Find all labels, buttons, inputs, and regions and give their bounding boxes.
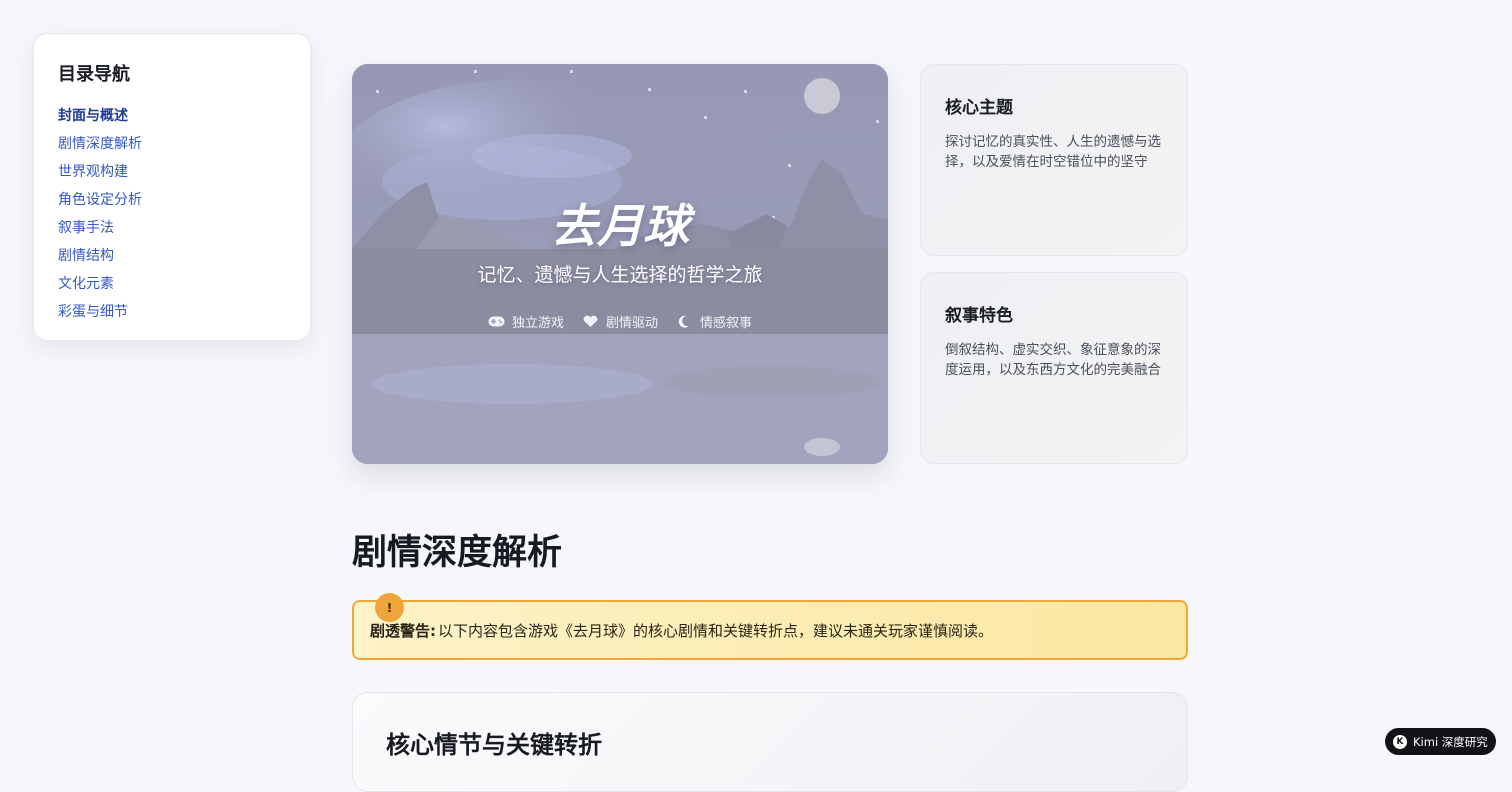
hero-banner: 去月球 记忆、遗憾与人生选择的哲学之旅 独立游戏 剧情驱动 情感叙事 [352, 64, 888, 464]
section-title: 剧情深度解析 [352, 532, 563, 573]
card-title: 叙事特色 [945, 306, 1013, 326]
panel-title: 核心情节与关键转折 [386, 730, 602, 759]
toc-title: 目录导航 [58, 64, 130, 85]
tag-indie-game: 独立游戏 [488, 312, 564, 331]
toc-item-culture[interactable]: 文化元素 [58, 274, 286, 302]
heart-icon [583, 315, 598, 327]
tag-emotional-narrative: 情感叙事 [676, 312, 752, 331]
tag-label: 剧情驱动 [605, 316, 658, 331]
plot-panel: 核心情节与关键转折 [352, 692, 1188, 792]
toc-item-cover[interactable]: 封面与概述 [58, 106, 286, 134]
toc-item-structure[interactable]: 剧情结构 [58, 246, 286, 274]
toc-item-characters[interactable]: 角色设定分析 [58, 190, 286, 218]
kimi-label: Kimi 深度研究 [1413, 734, 1488, 749]
hero-title: 去月球 [551, 199, 689, 253]
gamepad-icon [488, 316, 505, 327]
toc-sidebar: 目录导航 封面与概述 剧情深度解析 世界观构建 角色设定分析 叙事手法 剧情结构… [33, 33, 311, 341]
moon-pixel [804, 78, 840, 114]
tag-label: 情感叙事 [700, 316, 753, 331]
kimi-research-button[interactable]: K Kimi 深度研究 [1385, 728, 1496, 755]
tag-story-driven: 剧情驱动 [582, 312, 658, 331]
card-text: 探讨记忆的真实性、人生的遗憾与选择，以及爱情在时空错位中的坚守 [945, 134, 1161, 170]
card-text: 倒叙结构、虚实交织、象征意象的深度运用，以及东西方文化的完美融合 [945, 342, 1161, 378]
moon-icon [678, 315, 689, 328]
toc-item-easter-eggs[interactable]: 彩蛋与细节 [58, 302, 286, 330]
toc-list: 封面与概述 剧情深度解析 世界观构建 角色设定分析 叙事手法 剧情结构 文化元素… [58, 106, 286, 330]
hero-tags: 独立游戏 剧情驱动 情感叙事 [352, 312, 888, 331]
hero-subtitle: 记忆、遗憾与人生选择的哲学之旅 [477, 264, 763, 286]
toc-item-narrative[interactable]: 叙事手法 [58, 218, 286, 246]
spoiler-warning: ! 剧透警告: 以下内容包含游戏《去月球》的核心剧情和关键转折点，建议未通关玩家… [352, 593, 1188, 660]
toc-item-world[interactable]: 世界观构建 [58, 162, 286, 190]
warning-icon: ! [375, 593, 404, 622]
spoiler-label: 剧透警告: [370, 621, 436, 640]
tag-label: 独立游戏 [511, 316, 564, 331]
card-narrative-features: 叙事特色 倒叙结构、虚实交织、象征意象的深度运用，以及东西方文化的完美融合 [920, 272, 1188, 464]
card-core-theme: 核心主题 探讨记忆的真实性、人生的遗憾与选择，以及爱情在时空错位中的坚守 [920, 64, 1188, 256]
spoiler-text: 以下内容包含游戏《去月球》的核心剧情和关键转折点，建议未通关玩家谨慎阅读。 [438, 621, 994, 640]
card-title: 核心主题 [945, 98, 1013, 118]
toc-item-plot[interactable]: 剧情深度解析 [58, 134, 286, 162]
kimi-logo-icon: K [1393, 734, 1407, 749]
